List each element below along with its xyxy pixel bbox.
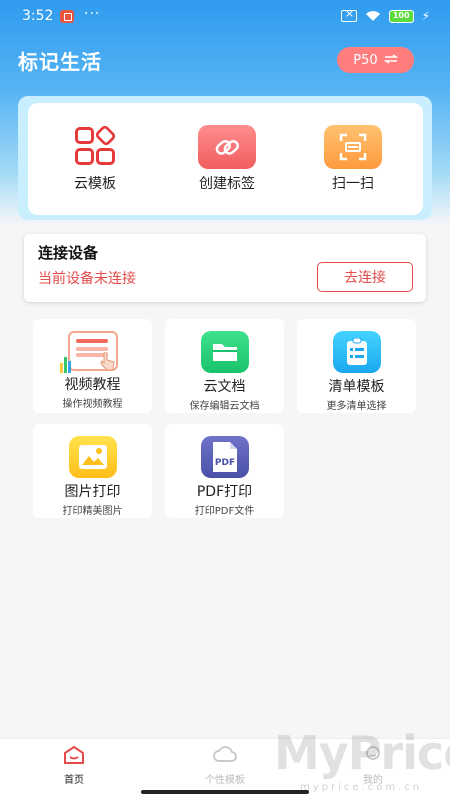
swap-arrows-icon (383, 53, 399, 68)
feature-video-tutorial[interactable]: 视频教程 操作视频教程 (33, 319, 152, 413)
page-title: 标记生活 (18, 50, 102, 74)
status-bar: 3:52 ··· 100 ⚡ (0, 0, 450, 34)
feature-list-templates[interactable]: 清单模板 更多清单选择 (297, 319, 416, 413)
notification-app-icon (60, 10, 74, 23)
connection-title: 连接设备 (38, 244, 99, 262)
watermark: MyPrice (274, 726, 450, 780)
quick-action-label: 创建标签 (199, 176, 255, 192)
home-indicator (141, 790, 309, 794)
quick-action-cloud-template[interactable]: 云模板 (40, 124, 150, 193)
sim-disabled-icon (340, 7, 357, 22)
connection-status: 当前设备未连接 (38, 271, 136, 287)
video-tutorial-icon (59, 331, 118, 373)
feature-title: PDF打印 (196, 484, 253, 500)
pdf-icon: PDF (200, 436, 249, 478)
feature-subtitle: 更多清单选择 (326, 401, 387, 412)
feature-subtitle: 保存编辑云文档 (189, 401, 260, 412)
status-time: 3:52 (22, 8, 54, 24)
tab-label: 首页 (64, 775, 84, 786)
cloud-template-icon (71, 124, 119, 169)
feature-title: 云文档 (203, 379, 246, 395)
quick-actions-card: 云模板 创建标签 扫一扫 (28, 103, 423, 215)
status-right: 100 ⚡ (340, 7, 430, 23)
more-notifications-icon: ··· (84, 6, 101, 22)
quick-action-create-label[interactable]: 创建标签 (172, 125, 282, 193)
device-label: P50 (353, 52, 378, 68)
feature-title: 清单模板 (328, 379, 385, 395)
cloud-icon (213, 746, 237, 762)
checklist-icon (332, 331, 381, 373)
home-icon (64, 745, 84, 764)
charging-icon: ⚡ (421, 9, 430, 23)
device-connection-card: 连接设备 当前设备未连接 去连接 (24, 234, 426, 302)
pdf-badge: PDF (214, 458, 234, 468)
tab-home[interactable]: 首页 (29, 745, 119, 786)
link-icon (198, 125, 256, 169)
feature-title: 图片打印 (64, 484, 121, 500)
feature-image-print[interactable]: 图片打印 打印精美图片 (33, 424, 152, 518)
tab-custom-templates[interactable]: 个性模板 (180, 745, 270, 786)
tab-label: 个性模板 (205, 775, 245, 786)
feature-subtitle: 打印PDF文件 (194, 506, 255, 517)
connect-button[interactable]: 去连接 (317, 262, 413, 292)
device-switch-button[interactable]: P50 (337, 47, 414, 73)
feature-subtitle: 操作视频教程 (62, 399, 123, 410)
quick-action-scan[interactable]: 扫一扫 (298, 125, 408, 193)
image-icon (68, 436, 117, 478)
feature-pdf-print[interactable]: PDF PDF打印 打印PDF文件 (165, 424, 284, 518)
quick-action-label: 扫一扫 (332, 176, 374, 192)
feature-cloud-docs[interactable]: 云文档 保存编辑云文档 (165, 319, 284, 413)
feature-subtitle: 打印精美图片 (62, 506, 123, 517)
battery-icon: 100 (388, 9, 414, 23)
quick-action-label: 云模板 (74, 176, 116, 192)
wifi-icon (365, 10, 381, 22)
watermark-subtext: myprice.com.cn (300, 782, 423, 793)
folder-icon (200, 331, 249, 373)
feature-title: 视频教程 (64, 377, 121, 393)
scan-icon (324, 125, 382, 169)
